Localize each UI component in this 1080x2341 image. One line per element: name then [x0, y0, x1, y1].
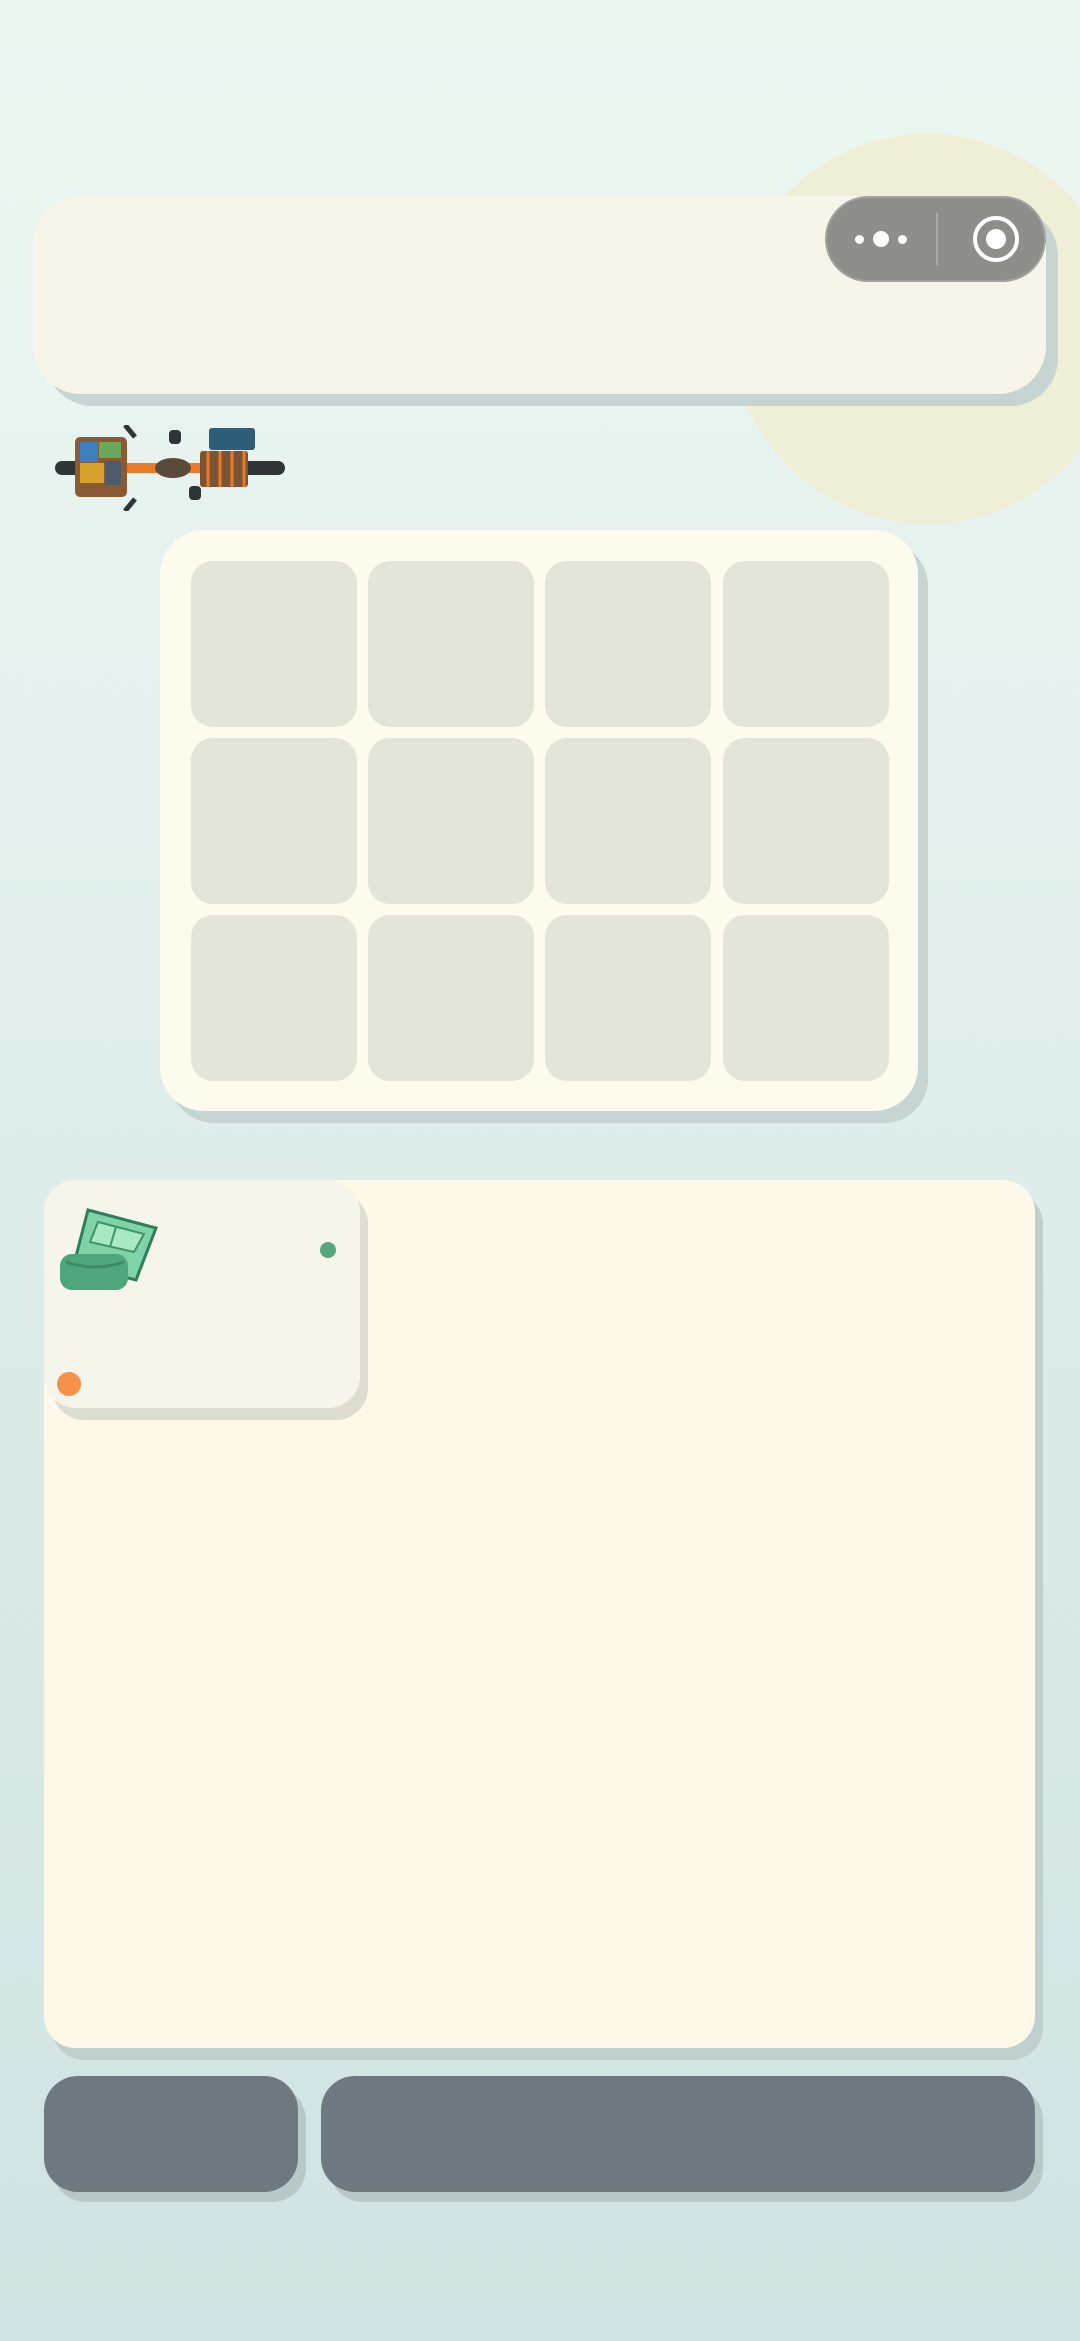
placement-grid: [160, 530, 918, 1111]
grid-cell[interactable]: [723, 561, 889, 727]
status-dot-orange: [57, 1372, 81, 1396]
grid-cell[interactable]: [368, 915, 534, 1081]
inventory-item-card[interactable]: [44, 1180, 360, 1408]
grid-cell[interactable]: [723, 915, 889, 1081]
target-circle-icon[interactable]: [973, 216, 1019, 262]
cargo-bicycle-icon: [55, 425, 285, 511]
grid-cell[interactable]: [191, 738, 357, 904]
grid-cell[interactable]: [368, 561, 534, 727]
mini-program-capsule: [825, 196, 1046, 282]
left-action-button[interactable]: [44, 2076, 298, 2192]
status-dot-green: [320, 1242, 336, 1258]
grid-cell[interactable]: [368, 738, 534, 904]
green-blanket-icon: [60, 1208, 159, 1290]
grid-cell[interactable]: [723, 738, 889, 904]
grid-cell[interactable]: [545, 561, 711, 727]
grid-cell[interactable]: [545, 738, 711, 904]
right-action-button[interactable]: [321, 2076, 1035, 2192]
grid-cell[interactable]: [545, 915, 711, 1081]
grid-cell[interactable]: [191, 915, 357, 1081]
capsule-divider: [936, 213, 938, 265]
more-dots-icon[interactable]: [827, 198, 935, 280]
grid-cell[interactable]: [191, 561, 357, 727]
